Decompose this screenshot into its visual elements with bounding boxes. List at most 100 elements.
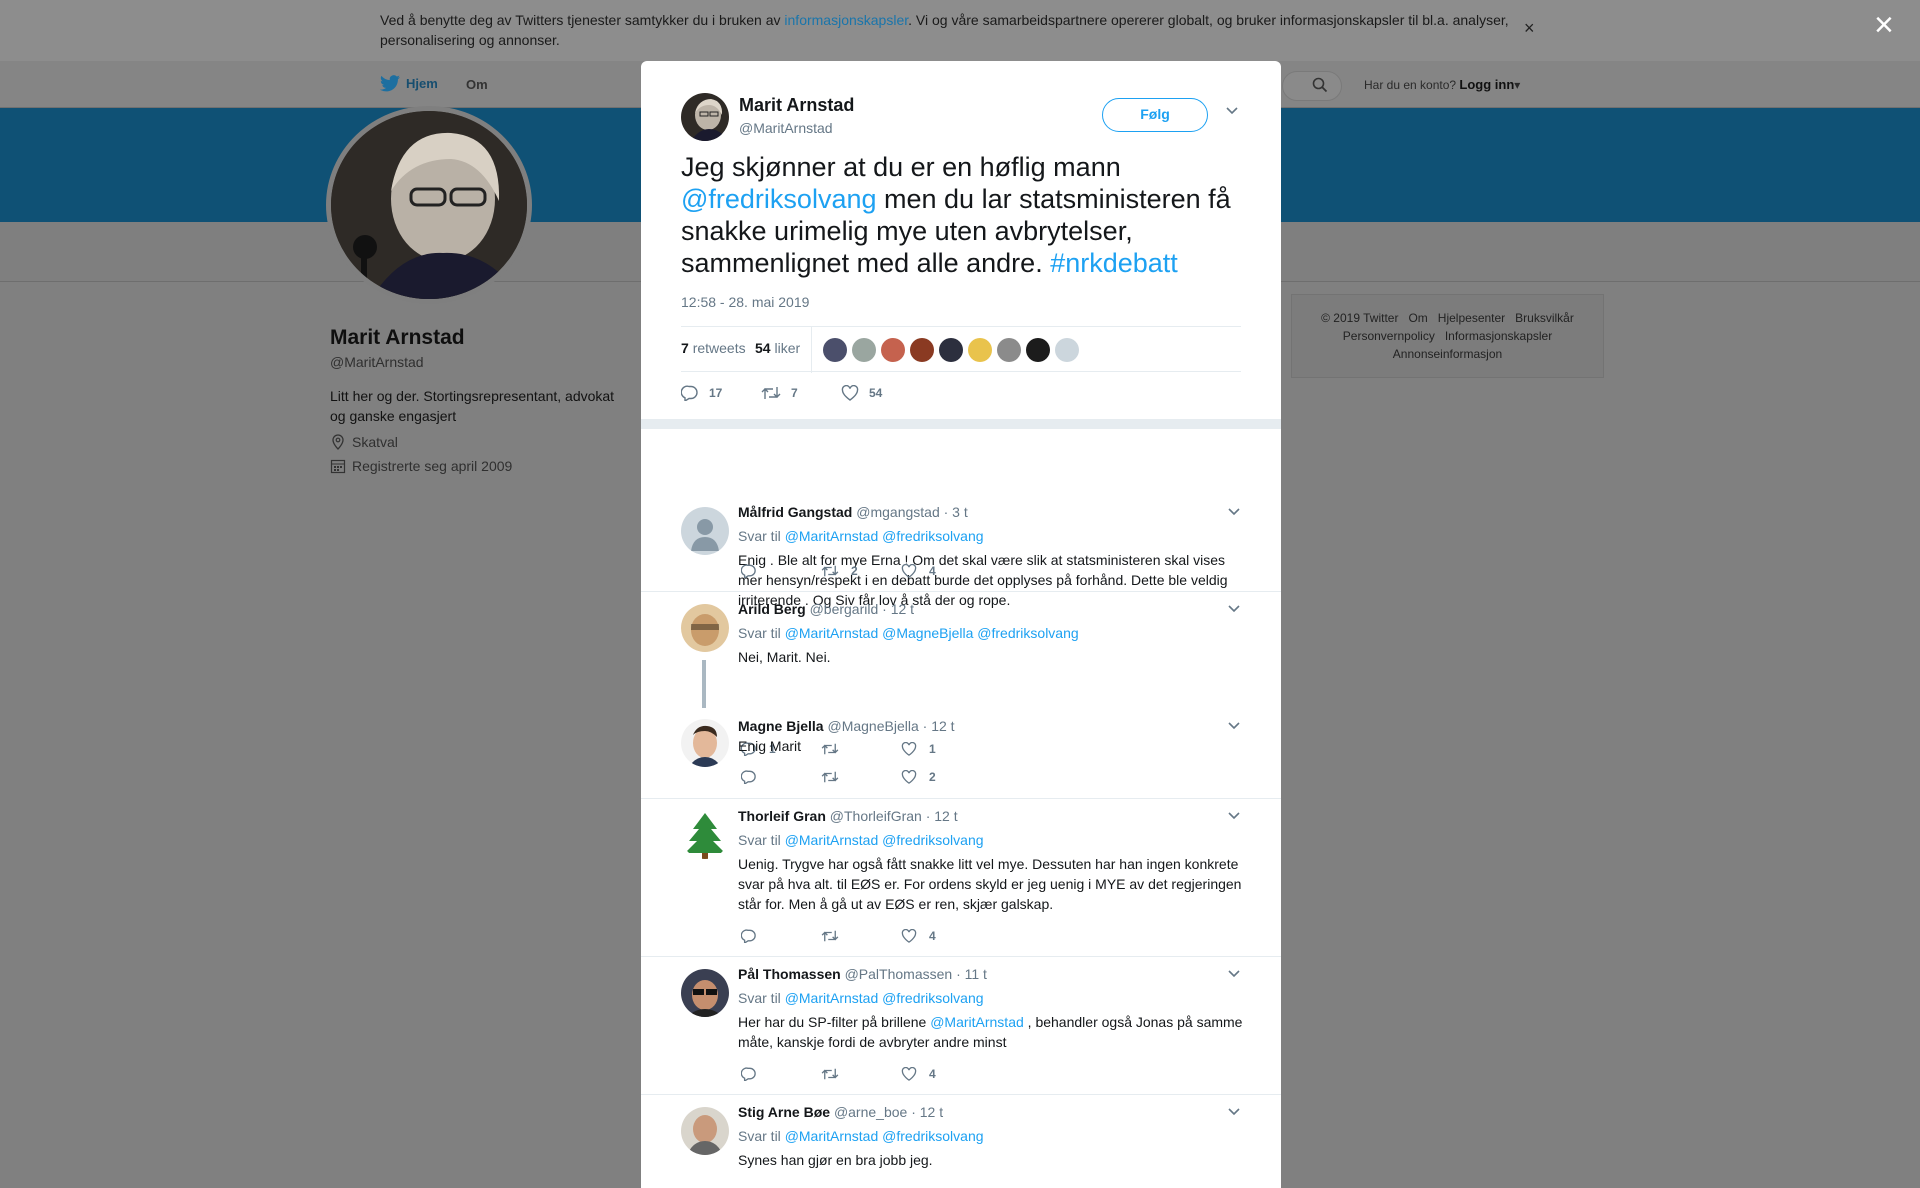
profile-handle[interactable]: @MaritArnstad [330,354,630,370]
nav-about[interactable]: Om [466,77,488,92]
reply-author-handle[interactable]: @arne_boe [834,1104,907,1120]
reply-time[interactable]: · 11 t [956,966,987,982]
reply-time[interactable]: · 12 t [923,718,955,734]
reply-tweet[interactable]: Stig Arne Bøe @arne_boe · 12 t Svar til … [641,1095,1281,1188]
modal-close-button[interactable]: × [1874,8,1894,42]
retweet-count: 7 [791,386,798,400]
reply-to: Svar til @MaritArnstad @fredriksolvang [738,526,1243,546]
liker-avatar[interactable] [881,338,905,362]
reply-avatar[interactable] [681,811,729,859]
reply-tweet[interactable]: Pål Thomassen @PalThomassen · 11 t Svar … [641,957,1281,1095]
chevron-down-icon[interactable] [1227,811,1241,821]
reply-author-handle[interactable]: @MagneBjella [827,718,918,734]
tweet-hashtag[interactable]: #nrkdebatt [1050,248,1178,278]
retweet-action[interactable]: 2 [821,564,901,578]
footer-privacy[interactable]: Personvernpolicy [1343,329,1435,343]
reply-action[interactable] [741,929,821,943]
footer-ads-info[interactable]: Annonseinformasjon [1393,347,1502,361]
chevron-down-icon[interactable] [1225,106,1239,116]
footer-help[interactable]: Hjelpesenter [1438,311,1505,325]
retweet-stat[interactable]: 7 retweets [681,340,746,356]
reply-to-mentions[interactable]: @MaritArnstad @MagneBjella @fredriksolva… [785,625,1079,641]
liker-avatar[interactable] [910,338,934,362]
chevron-down-icon[interactable] [1227,1107,1241,1117]
profile-avatar[interactable] [326,106,532,304]
profile-name[interactable]: Marit Arnstad [330,326,630,350]
reply-action[interactable] [741,770,821,784]
reply-author-name[interactable]: Magne Bjella [738,718,824,734]
reply-to-mentions[interactable]: @MaritArnstad @fredriksolvang [785,1128,984,1144]
tweet-mention[interactable]: @fredriksolvang [681,184,877,214]
like-stat[interactable]: 54 liker [755,340,800,356]
retweet-action[interactable] [821,929,901,943]
tweet-timestamp[interactable]: 12:58 - 28. mai 2019 [681,294,809,310]
reply-avatar[interactable] [681,507,729,555]
reply-time[interactable]: · 3 t [944,504,968,520]
location-pin-icon [332,434,344,450]
tweet-author-avatar[interactable] [681,93,729,141]
retweet-action[interactable]: 7 [761,385,841,401]
reply-mention[interactable]: @MaritArnstad [930,1014,1024,1030]
reply-tweet[interactable]: Målfrid Gangstad @mgangstad · 3 t Svar t… [641,429,1281,608]
login-button[interactable]: Logg inn [1459,77,1514,92]
reply-author-name[interactable]: Målfrid Gangstad [738,504,852,520]
liker-avatar[interactable] [939,338,963,362]
reply-author-handle[interactable]: @ThorleifGran [830,808,922,824]
chevron-down-icon[interactable] [1227,507,1241,517]
like-action[interactable]: 54 [841,385,882,401]
reply-action[interactable] [741,564,821,578]
reply-action[interactable] [741,1067,821,1081]
like-action[interactable]: 4 [901,1067,981,1081]
reply-time[interactable]: · 12 t [882,601,914,617]
liker-avatar[interactable] [823,338,847,362]
tweet-author-name[interactable]: Marit Arnstad [739,95,854,116]
chevron-down-icon[interactable] [1227,604,1241,614]
reply-avatar[interactable] [681,1107,729,1155]
reply-author-name[interactable]: Thorleif Gran [738,808,826,824]
tweet-author-handle[interactable]: @MaritArnstad [739,120,854,136]
like-action[interactable]: 4 [901,564,981,578]
liker-avatar[interactable] [1055,338,1079,362]
like-action[interactable]: 2 [901,770,981,784]
chevron-down-icon[interactable] [1227,721,1241,731]
reply-avatar[interactable] [681,604,729,652]
liker-avatar[interactable] [1026,338,1050,362]
reply-author-handle[interactable]: @PalThomassen [845,966,953,982]
reply-icon [741,770,756,784]
reply-time[interactable]: · 12 t [911,1104,943,1120]
reply-time[interactable]: · 12 t [926,808,958,824]
like-count: 2 [929,770,936,784]
chevron-down-icon[interactable] [1227,969,1241,979]
reply-avatar[interactable] [681,719,729,767]
reply-author-name[interactable]: Pål Thomassen [738,966,841,982]
reply-author-name[interactable]: Arild Berg [738,601,806,617]
footer-about[interactable]: Om [1408,311,1427,325]
reply-to-mentions[interactable]: @MaritArnstad @fredriksolvang [785,528,984,544]
cookie-banner: Ved å benytte deg av Twitters tjenester … [0,0,1920,61]
retweet-action[interactable] [821,1067,901,1081]
cookie-link[interactable]: informasjonskapsler [784,12,908,28]
liker-avatar[interactable] [997,338,1021,362]
liker-avatar[interactable] [852,338,876,362]
reply-author-handle[interactable]: @mgangstad [856,504,939,520]
reply-to-mentions[interactable]: @MaritArnstad @fredriksolvang [785,832,984,848]
search-icon[interactable] [1312,77,1328,93]
reply-avatar[interactable] [681,969,729,1017]
reply-to-mentions[interactable]: @MaritArnstad @fredriksolvang [785,990,984,1006]
retweet-action[interactable] [821,770,901,784]
cookie-close-button[interactable]: × [1524,18,1535,39]
reply-tweet[interactable]: Thorleif Gran @ThorleifGran · 12 t Svar … [641,799,1281,957]
like-action[interactable]: 4 [901,929,981,943]
liker-avatar[interactable] [968,338,992,362]
replies-separator [641,419,1281,429]
heart-icon [901,564,917,578]
reply-photo [681,604,729,652]
reply-author-name[interactable]: Stig Arne Bøe [738,1104,830,1120]
reply-author-handle[interactable]: @bergarild [810,601,879,617]
nav-home[interactable]: Hjem [380,75,438,92]
reply-action[interactable]: 17 [681,385,761,401]
footer-terms[interactable]: Bruksvilkår [1515,311,1574,325]
follow-button[interactable]: Følg [1102,98,1208,132]
footer-cookies[interactable]: Informasjonskapsler [1445,329,1552,343]
reply-to-label: Svar til [738,832,781,848]
